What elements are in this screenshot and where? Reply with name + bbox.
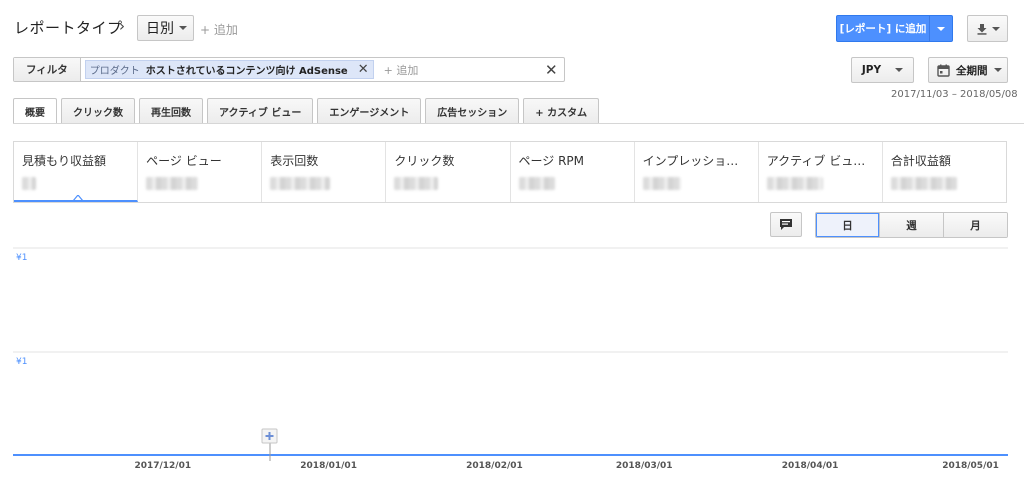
metric-value-redacted	[518, 177, 555, 190]
tab-engagement[interactable]: エンゲージメント	[317, 98, 422, 123]
report-type-select[interactable]: 日別	[137, 15, 194, 41]
granularity-day[interactable]: 日	[816, 213, 880, 237]
x-tick-label: 2018/03/01	[616, 461, 673, 471]
filter-chip-value: ホストされているコンテンツ向け AdSense	[145, 66, 348, 77]
x-tick-label: 2018/01/01	[300, 461, 357, 471]
chevron-down-icon	[993, 68, 1002, 72]
y-tick-label: ¥1	[16, 253, 27, 263]
tab-views[interactable]: 再生回数	[139, 98, 203, 123]
download-button[interactable]	[967, 15, 1008, 42]
x-tick-label: 2018/05/01	[942, 461, 999, 471]
metric-card-page-rpm[interactable]: ページ RPM	[511, 142, 635, 202]
calendar-icon	[937, 64, 950, 77]
metric-value-redacted	[146, 177, 199, 190]
metric-label: アクティブ ビュー…	[766, 154, 874, 168]
tab-clicks[interactable]: クリック数	[61, 98, 135, 123]
clear-filter-icon[interactable]: ✕	[545, 61, 558, 79]
metric-card-impression-rpm[interactable]: インプレッション…	[635, 142, 759, 202]
tab-overview[interactable]: 概要	[13, 98, 57, 124]
chevron-right-icon: ›	[119, 17, 125, 35]
earnings-line-chart: ¥1 ¥1 2017/12/01 2018/01/01 2018/02/01 2018/0…	[13, 247, 1008, 471]
selected-notch-icon	[73, 195, 83, 200]
chevron-down-icon	[179, 26, 187, 30]
tab-ad-sessions[interactable]: 広告セッション	[425, 98, 520, 123]
add-to-report-label: [レポート] に追加	[837, 16, 930, 41]
metric-label: 見積もり収益額	[22, 154, 107, 168]
metric-label: ページ RPM	[518, 154, 585, 168]
granularity-toggle: 日 週 月	[815, 212, 1008, 238]
filter-add-link[interactable]: + 追加	[384, 62, 419, 78]
currency-select[interactable]: JPY	[851, 57, 914, 83]
report-type-value: 日別	[146, 21, 174, 37]
metric-card-impressions[interactable]: 表示回数	[262, 142, 387, 202]
metric-card-total-earnings[interactable]: 合計収益額	[883, 142, 1006, 202]
metric-value-redacted	[766, 177, 823, 190]
x-tick-label: 2017/12/01	[134, 461, 191, 471]
annotations-button[interactable]	[770, 212, 802, 237]
metric-label: 表示回数	[270, 154, 319, 168]
tab-custom[interactable]: + カスタム	[523, 98, 600, 123]
metric-value-redacted	[890, 177, 957, 190]
comment-icon	[780, 219, 792, 230]
metric-value-redacted	[270, 177, 331, 190]
metric-label: 合計収益額	[890, 154, 951, 168]
filter-chip[interactable]: プロダクト ホストされているコンテンツ向け AdSense ✕	[84, 60, 374, 79]
tab-active-view[interactable]: アクティブ ビュー	[207, 98, 314, 123]
currency-value: JPY	[861, 64, 882, 76]
y-tick-label: ¥1	[16, 357, 27, 367]
report-tabs: 概要 クリック数 再生回数 アクティブ ビュー エンゲージメント 広告セッション…	[13, 98, 600, 124]
chevron-down-icon	[895, 68, 904, 72]
add-to-report-dropdown[interactable]	[930, 16, 952, 41]
chevron-down-icon	[937, 26, 945, 31]
download-icon	[977, 23, 986, 35]
metric-card-clicks[interactable]: クリック数	[386, 142, 511, 202]
filter-bar: フィルタ プロダクト ホストされているコンテンツ向け AdSense ✕ + 追…	[13, 57, 565, 82]
filter-button[interactable]: フィルタ	[14, 58, 81, 81]
metric-label: クリック数	[394, 154, 455, 168]
metric-cards: 見積もり収益額 ページ ビュー 表示回数 クリック数 ページ RPM インプレッ…	[13, 141, 1007, 203]
tabs-divider	[13, 123, 1024, 124]
metric-label: インプレッション…	[642, 154, 750, 168]
metric-value-redacted	[642, 177, 681, 190]
metric-value-redacted	[394, 177, 439, 190]
metric-card-estimated-earnings[interactable]: 見積もり収益額	[14, 142, 139, 202]
add-to-report-button[interactable]: [レポート] に追加	[836, 15, 953, 42]
page-title: レポートタイプ	[14, 19, 123, 37]
metric-label: ページ ビュー	[146, 154, 222, 168]
filter-chip-key: プロダクト	[89, 66, 140, 77]
date-range: 2017/11/03 – 2018/05/08	[891, 89, 1018, 100]
x-tick-label: 2018/02/01	[466, 461, 523, 471]
x-tick-label: 2018/04/01	[782, 461, 839, 471]
metric-card-page-views[interactable]: ページ ビュー	[138, 142, 263, 202]
metric-card-active-view[interactable]: アクティブ ビュー…	[759, 142, 883, 202]
chevron-down-icon	[991, 26, 1000, 31]
period-value: 全期間	[956, 64, 988, 77]
granularity-week[interactable]: 週	[880, 213, 944, 237]
close-icon[interactable]: ✕	[358, 62, 369, 77]
metric-value-redacted	[22, 177, 36, 190]
add-dimension-link[interactable]: + 追加	[200, 21, 238, 38]
period-select[interactable]: 全期間	[928, 57, 1008, 83]
granularity-month[interactable]: 月	[944, 213, 1007, 237]
